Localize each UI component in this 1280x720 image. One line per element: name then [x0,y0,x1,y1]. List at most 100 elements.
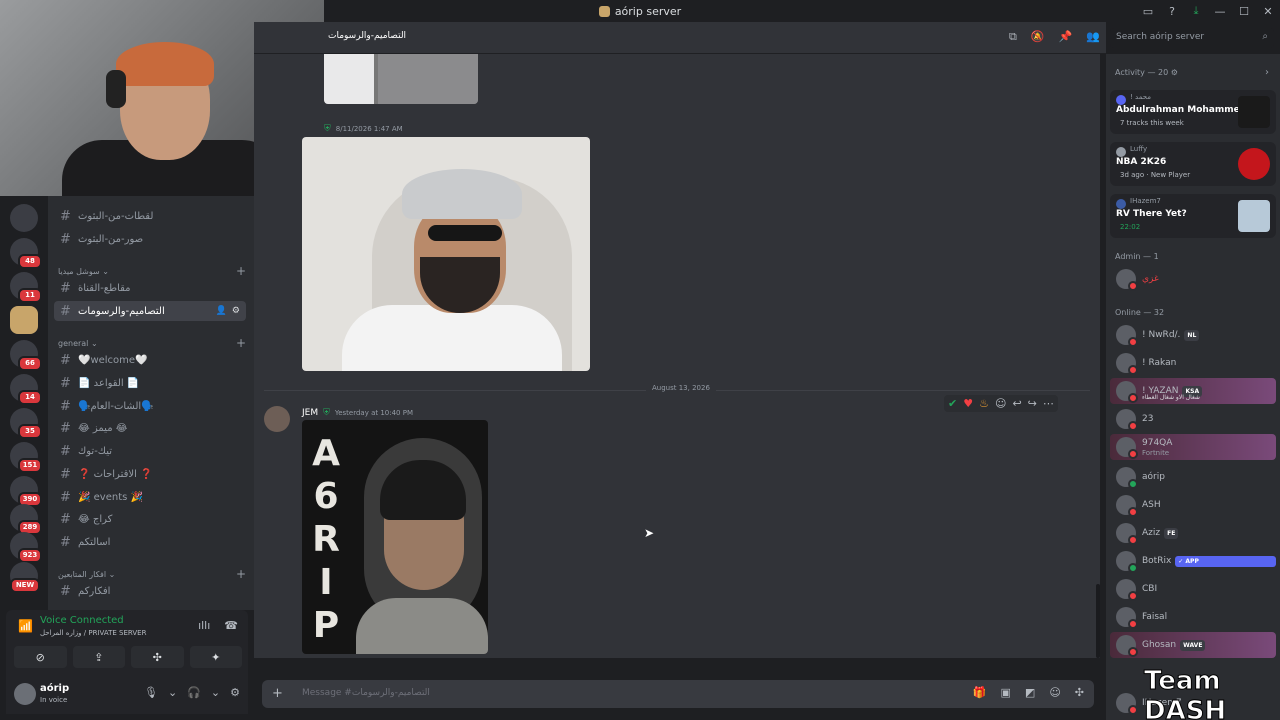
chevron-down-icon[interactable]: ⌄ [211,686,220,699]
channel-item[interactable]: # 📄 القواعد 📄 [54,373,246,393]
server-item[interactable]: 66 [10,340,42,371]
avatar[interactable] [14,683,36,705]
activities-button[interactable]: ✣ [131,646,184,668]
channel-item[interactable]: # مقاطع-القناة [54,278,246,298]
server-item[interactable]: NEW [10,562,40,593]
member-item[interactable]: aórip [1110,464,1276,490]
channel-item[interactable]: # لقطات-من-البثوث [54,206,246,226]
headphones-icon[interactable]: 🎧 [187,686,201,699]
voice-status[interactable]: Voice Connected [40,615,124,626]
hash-icon: # [60,303,71,319]
close-button[interactable]: ✕ [1256,5,1280,18]
gif-icon[interactable]: ▣ [1001,686,1011,699]
channel-item[interactable]: # 😂 كراج [54,509,246,529]
inbox-icon[interactable]: ▭ [1136,5,1160,18]
gear-icon[interactable]: ⚙ [232,306,240,316]
server-item[interactable]: 35 [10,408,42,439]
username[interactable]: aórip [40,683,69,694]
gift-icon[interactable]: 🎁 [973,686,987,699]
server-item[interactable]: 11 [10,272,42,303]
emoji-icon[interactable]: ☺ [1049,686,1060,699]
channel-item[interactable]: # اسالتكم [54,532,246,552]
category-general[interactable]: general ⌄ + [58,336,246,350]
reply-icon[interactable]: ↩ [1012,397,1021,410]
scrollbar[interactable] [1096,584,1100,658]
activity-card[interactable]: ! محمد Abdulrahman Mohammed 7 tracks thi… [1110,90,1276,134]
member-item[interactable]: BotRix ✓ APP [1110,548,1276,574]
reaction-fire-icon[interactable]: ♨ [979,397,989,410]
microphone-icon[interactable]: 🎙 [144,686,158,699]
channel-item[interactable]: # ❓ الاقتراحات ❓ [54,464,246,484]
screen-share-button[interactable]: ⇪ [72,646,125,668]
noise-suppression-icon[interactable]: ıllı [198,619,210,632]
member-item[interactable]: Aziz FE [1110,520,1276,546]
reaction-check-icon[interactable]: ✔ [948,397,957,410]
search-input[interactable]: Search aórip server ⌕ [1110,28,1274,48]
server-item[interactable]: 14 [10,374,42,405]
activity-card[interactable]: IHazem7 RV There Yet? 22:02 [1110,194,1276,238]
channel-item[interactable]: # افكاركم [54,581,246,601]
image-attachment[interactable] [324,54,478,104]
camera-off-button[interactable]: ⊘ [14,646,67,668]
sticker-icon[interactable]: ◩ [1025,686,1035,699]
signal-icon[interactable]: 📶 [18,619,33,633]
server-item-active[interactable] [10,306,38,334]
channel-item[interactable]: # 🎉 events 🎉 [54,487,246,507]
member-item[interactable]: 974QA Fortnite [1110,434,1276,460]
member-item[interactable]: 23 [1110,406,1276,432]
member-item[interactable]: ! Rakan [1110,350,1276,376]
channel-item[interactable]: # 🤍welcome🤍 [54,350,246,370]
channel-item[interactable]: # 🗣️الشات-العام🗣️ [54,396,246,416]
channel-item-active[interactable]: # التصاميم-والرسومات 👤 ⚙ [54,301,246,321]
member-list-icon[interactable]: 👥 [1086,30,1100,44]
channel-item[interactable]: # تيك-توك [54,441,246,461]
invite-icon[interactable]: 👤 [216,306,227,316]
download-icon[interactable]: ⤓ [1184,4,1208,18]
chevron-right-icon[interactable]: › [1265,67,1269,78]
server-item[interactable]: 48 [10,238,42,269]
chevron-down-icon[interactable]: ⌄ [168,686,177,699]
category-ideas[interactable]: افكار المتابعين ⌄ + [58,567,246,581]
activity-card[interactable]: Luffy NBA 2K26 3d ago · New Player [1110,142,1276,186]
avatar[interactable] [264,406,290,432]
server-item[interactable] [10,204,38,232]
mention-badge: 11 [18,288,42,303]
member-item[interactable]: ! NwRd/. NL [1110,322,1276,348]
voice-channel[interactable]: وزاره المراحل / PRIVATE SERVER [40,629,146,637]
help-icon[interactable]: ? [1160,5,1184,18]
channel-item[interactable]: # 😂 ميمز 😂 [54,418,246,438]
channel-item[interactable]: # صور-من-البثوث [54,229,246,249]
member-item[interactable]: Ghosan WAVE [1110,632,1276,658]
image-attachment[interactable]: A 6 R I P [302,420,488,654]
member-item[interactable]: غزي [1110,266,1276,292]
threads-icon[interactable]: ⧉ [1009,30,1017,44]
author-name[interactable]: JEM [302,408,318,418]
settings-gear-icon[interactable]: ⚙ [230,686,240,699]
disconnect-icon[interactable]: ☎ [224,619,238,632]
minimize-button[interactable]: — [1208,5,1232,18]
server-item[interactable]: 390 [10,476,42,507]
attach-plus-icon[interactable]: + [272,686,283,701]
server-item[interactable]: 923 [10,532,42,563]
pin-icon[interactable]: 📌 [1059,30,1073,44]
server-item[interactable]: 289 [10,504,42,535]
maximize-button[interactable]: ☐ [1232,5,1256,18]
add-channel-icon[interactable]: + [236,567,246,581]
add-channel-icon[interactable]: + [236,264,246,278]
message-input[interactable]: + Message #التصاميم-والرسومات 🎁 ▣ ◩ ☺ ✣ [262,680,1094,708]
member-item[interactable]: ! YAZAN KSA شغال الاو شغال الغطاء [1110,378,1276,404]
add-channel-icon[interactable]: + [236,336,246,350]
category-social[interactable]: سوشل ميديا ⌄ + [58,264,246,278]
apps-icon[interactable]: ✣ [1075,686,1084,699]
image-attachment[interactable] [302,137,590,371]
member-item[interactable]: ASH [1110,492,1276,518]
reaction-heart-icon[interactable]: ♥ [963,397,973,410]
forward-icon[interactable]: ↪ [1028,397,1037,410]
add-reaction-icon[interactable]: ☺ [995,397,1006,410]
member-item[interactable]: Faisal [1110,604,1276,630]
server-item[interactable]: 151 [10,442,42,473]
member-item[interactable]: CBI [1110,576,1276,602]
more-icon[interactable]: ⋯ [1043,397,1054,410]
soundboard-button[interactable]: ✦ [189,646,242,668]
mute-icon[interactable]: 🔕 [1031,30,1045,44]
